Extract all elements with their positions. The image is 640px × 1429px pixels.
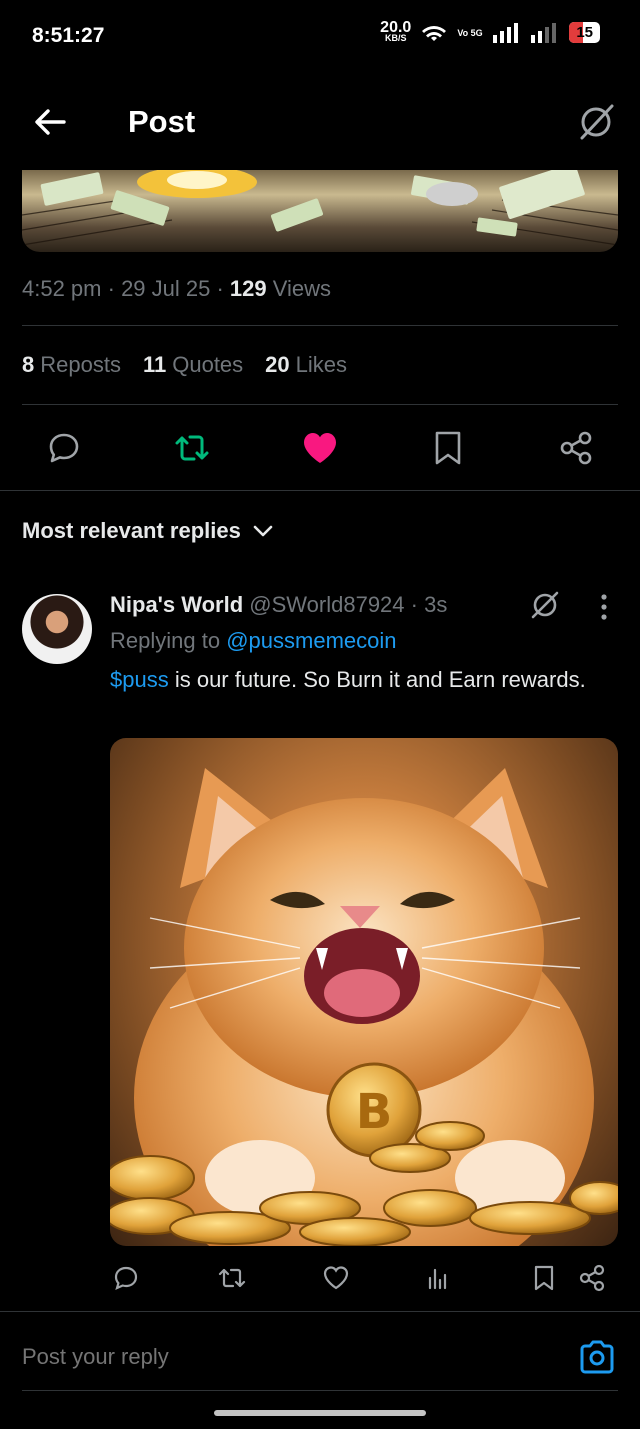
network-speed: 20.0 KB/S <box>380 18 412 43</box>
chevron-down-icon <box>253 525 273 537</box>
reposts-stat[interactable]: 8 Reposts <box>22 352 121 378</box>
reply-image[interactable]: B <box>110 738 618 1246</box>
reply-views-button[interactable] <box>422 1262 454 1294</box>
signal-icon-2 <box>531 22 557 43</box>
svg-text:B: B <box>356 1084 393 1140</box>
top-bar: Post <box>0 72 640 170</box>
home-indicator[interactable] <box>214 1410 426 1416</box>
post-timestamp: 4:52 pm · 29 Jul 25 · 129 Views <box>22 276 332 301</box>
more-vertical-icon <box>601 594 607 620</box>
repost-button[interactable] <box>170 426 214 470</box>
status-icons: 20.0 KB/S Vo 5G 15 <box>380 18 600 43</box>
reply-repost-button[interactable] <box>216 1262 248 1294</box>
reply-bookmark-button[interactable] <box>528 1262 560 1294</box>
reply-icon <box>114 1266 138 1290</box>
views-count: 129 <box>229 276 267 301</box>
post-action-bar <box>0 418 640 478</box>
reply-text: $puss is our future. So Burn it and Earn… <box>110 667 586 692</box>
reply-input[interactable] <box>22 1344 502 1370</box>
avatar[interactable] <box>22 594 92 664</box>
replying-to-line: Replying to @pussmemecoin <box>110 628 397 653</box>
reply-share-button[interactable] <box>576 1262 608 1294</box>
reply-header: Nipa's World @SWorld87924 · 3s <box>110 592 448 617</box>
volte-indicator: Vo 5G <box>457 27 483 38</box>
reply-reply-button[interactable] <box>110 1262 142 1294</box>
reply-author-name[interactable]: Nipa's World <box>110 592 243 617</box>
arrow-left-icon <box>35 109 66 135</box>
bookmark-button[interactable] <box>426 426 470 470</box>
bookmark-icon <box>534 1265 554 1291</box>
repost-icon <box>218 1268 246 1288</box>
bookmark-icon <box>435 431 461 465</box>
share-icon <box>579 1264 605 1292</box>
likes-stat[interactable]: 20 Likes <box>265 352 347 378</box>
reply-action-bar <box>110 1262 618 1296</box>
reply-author-handle[interactable]: @SWorld87924 <box>249 592 404 617</box>
share-button[interactable] <box>554 426 598 470</box>
replying-to-link[interactable]: @pussmemecoin <box>226 628 396 653</box>
post-image-art <box>22 170 618 246</box>
divider <box>22 404 618 405</box>
status-time: 8:51:27 <box>32 24 105 47</box>
camera-icon <box>580 1340 614 1374</box>
cat-coin-illustration: B <box>110 768 618 1246</box>
reply-time: 3s <box>424 592 448 617</box>
reply-button[interactable] <box>42 426 86 470</box>
like-button[interactable] <box>298 426 342 470</box>
heart-icon <box>323 1266 349 1290</box>
reply-grok-button[interactable] <box>528 588 562 622</box>
post-image[interactable] <box>22 170 618 252</box>
page-title: Post <box>128 104 196 139</box>
signal-icon <box>493 22 519 43</box>
cashtag-link[interactable]: $puss <box>110 667 169 692</box>
analytics-icon <box>428 1268 447 1290</box>
grok-icon <box>580 104 614 140</box>
divider <box>22 325 618 326</box>
divider <box>22 1390 618 1391</box>
wifi-icon <box>422 25 447 41</box>
back-button[interactable] <box>30 102 70 142</box>
more-options-button[interactable] <box>594 592 614 622</box>
grok-icon <box>531 591 559 619</box>
battery-indicator: 15 <box>569 22 600 43</box>
share-icon <box>560 431 592 465</box>
reply-composer <box>0 1312 640 1392</box>
reply-icon <box>49 433 79 463</box>
repost-icon <box>175 435 209 461</box>
heart-icon <box>304 433 336 463</box>
replies-sort-dropdown[interactable]: Most relevant replies <box>22 518 273 544</box>
divider <box>0 490 640 491</box>
reply-like-button[interactable] <box>320 1262 352 1294</box>
grok-button[interactable] <box>574 100 618 144</box>
post-stats: 8 Reposts 11 Quotes 20 Likes <box>22 352 347 378</box>
camera-button[interactable] <box>578 1338 616 1376</box>
quotes-stat[interactable]: 11 Quotes <box>143 352 243 378</box>
